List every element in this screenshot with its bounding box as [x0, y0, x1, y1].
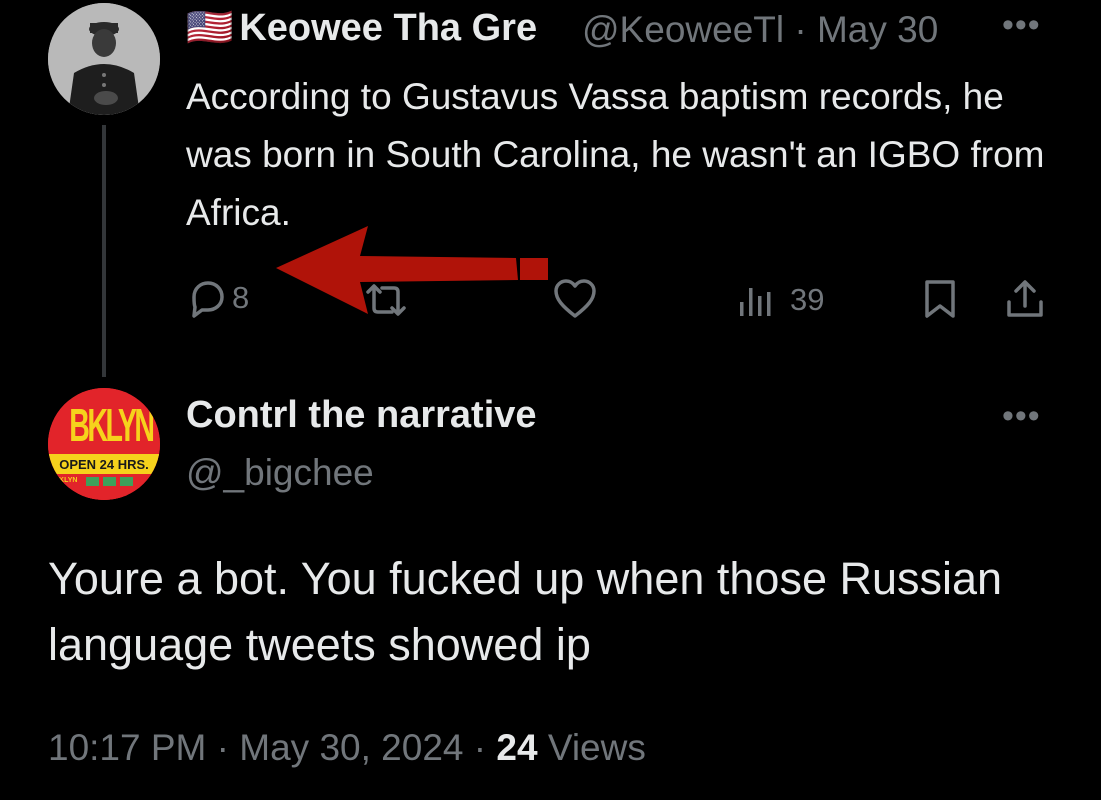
views-button[interactable]: 39 — [736, 280, 824, 320]
reply-tweet-text: Youre a bot. You fucked up when those Ru… — [48, 553, 1003, 670]
parent-meta: @KeoweeTl · May 30 — [582, 9, 938, 51]
bklyn-logo-title: BKLYN — [69, 399, 155, 451]
bklyn-logo-small: BKLYN — [54, 477, 78, 484]
meta-separator: · — [794, 9, 807, 50]
reply-views-label: Views — [547, 727, 646, 768]
reply-icon — [192, 281, 224, 318]
footer-separator: · — [216, 727, 229, 768]
share-icon — [1007, 280, 1043, 317]
share-button[interactable] — [1004, 278, 1046, 320]
parent-author[interactable]: 🇺🇸 Keowee Tha Gre — [186, 6, 537, 50]
parent-display-name[interactable]: Keowee Tha Gre — [239, 7, 537, 50]
footer-separator: · — [473, 727, 487, 768]
reply-time[interactable]: 10:17 PM — [48, 727, 206, 768]
reply-handle[interactable]: @_bigchee — [186, 452, 374, 494]
reply-view-count: 24 — [496, 727, 538, 768]
reply-count: 8 — [232, 280, 250, 315]
like-icon — [554, 279, 596, 318]
reply-display-name[interactable]: Contrl the narrative — [186, 394, 537, 437]
more-icon[interactable]: ••• — [1002, 6, 1041, 45]
soldier-portrait — [48, 3, 160, 115]
more-icon[interactable]: ••• — [1002, 397, 1041, 436]
like-button[interactable] — [552, 278, 598, 320]
thread-connector-line — [102, 125, 106, 377]
reply-date[interactable]: May 30, 2024 — [239, 727, 463, 768]
bookmark-button[interactable] — [920, 278, 960, 320]
us-flag-icon: 🇺🇸 — [186, 7, 234, 49]
views-icon — [740, 288, 771, 316]
bklyn-logo-tagline: OPEN 24 HRS. — [59, 457, 149, 472]
reply-avatar[interactable]: BKLYN OPEN 24 HRS. BKLYN — [48, 388, 160, 500]
parent-handle[interactable]: @KeoweeTl — [582, 9, 784, 50]
parent-date[interactable]: May 30 — [817, 9, 938, 50]
parent-tweet-text: According to Gustavus Vassa baptism reco… — [186, 76, 1045, 233]
red-arrow-annotation — [276, 226, 548, 314]
parent-avatar[interactable] — [48, 3, 160, 115]
view-count: 39 — [790, 282, 825, 317]
bookmark-icon — [925, 280, 955, 318]
reply-button[interactable]: 8 — [186, 278, 249, 318]
reply-footer: 10:17 PM · May 30, 2024 · 24 Views — [48, 727, 646, 769]
